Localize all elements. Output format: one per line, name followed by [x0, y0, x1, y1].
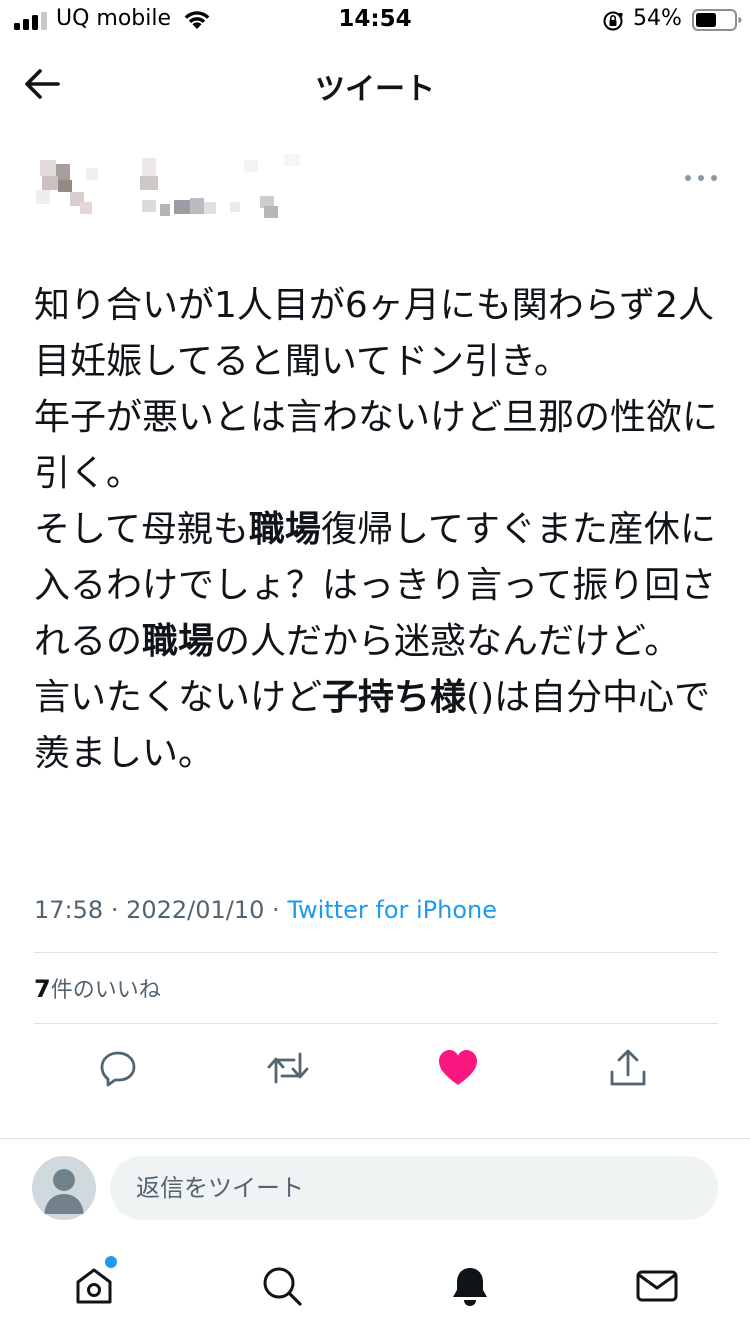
- likes-label: 件のいいね: [50, 978, 161, 1003]
- tweet-text-bold-segment: 職場: [248, 509, 321, 550]
- reply-input[interactable]: 返信をツイート: [110, 1156, 718, 1220]
- tweet-actions: [0, 1040, 750, 1096]
- share-button[interactable]: [600, 1040, 656, 1096]
- divider: [34, 1023, 718, 1024]
- tweet-source-link[interactable]: Twitter for iPhone: [287, 896, 497, 924]
- battery-percentage: 54%: [633, 6, 682, 31]
- page-title: ツイート: [315, 72, 435, 107]
- battery-icon: [692, 9, 742, 31]
- tweet-time: 17:58: [34, 896, 104, 924]
- app-header: ツイート: [0, 44, 750, 124]
- envelope-icon: [636, 1270, 678, 1302]
- reply-button[interactable]: [90, 1040, 146, 1096]
- home-icon: [76, 1268, 112, 1304]
- reply-icon: [100, 1051, 136, 1087]
- arrow-left-icon: [25, 69, 60, 99]
- pixelated-author-info[interactable]: [22, 140, 322, 250]
- tweet-meta: 17:58 · 2022/01/10 · Twitter for iPhone: [34, 896, 497, 924]
- avatar: [32, 1156, 96, 1220]
- new-content-indicator: [105, 1256, 117, 1268]
- tab-notifications[interactable]: [442, 1258, 498, 1314]
- tab-search[interactable]: [254, 1258, 310, 1314]
- tab-messages[interactable]: [629, 1258, 685, 1314]
- retweet-icon: [267, 1052, 309, 1084]
- back-button[interactable]: [18, 60, 66, 108]
- meta-separator: ·: [110, 896, 127, 924]
- meta-separator: ·: [272, 896, 288, 924]
- divider: [0, 1138, 750, 1139]
- bell-icon: [453, 1268, 487, 1306]
- heart-icon: [439, 1050, 477, 1085]
- share-icon: [610, 1049, 646, 1086]
- tweet-text-bold-segment: 職場: [142, 621, 215, 662]
- tweet-text-bold-segment: 子持ち様: [322, 677, 467, 718]
- divider: [34, 952, 718, 953]
- more-options-button[interactable]: [676, 160, 726, 196]
- likes-count-link[interactable]: 7件のいいね: [34, 972, 161, 1004]
- status-bar: UQ mobile 14:54 54%: [0, 0, 750, 40]
- like-button[interactable]: [430, 1040, 486, 1096]
- tweet-text: 知り合いが1人目が6ヶ月にも関わらず2人目妊娠してると聞いてドン引き。 年子が悪…: [34, 278, 724, 782]
- more-dots-icon: [685, 175, 717, 181]
- orientation-lock-icon: [603, 11, 623, 31]
- tweet-date: 2022/01/10: [126, 896, 265, 924]
- likes-count: 7: [34, 975, 51, 1003]
- default-avatar-icon: [44, 1169, 84, 1214]
- retweet-button[interactable]: [260, 1040, 316, 1096]
- search-icon: [263, 1267, 302, 1306]
